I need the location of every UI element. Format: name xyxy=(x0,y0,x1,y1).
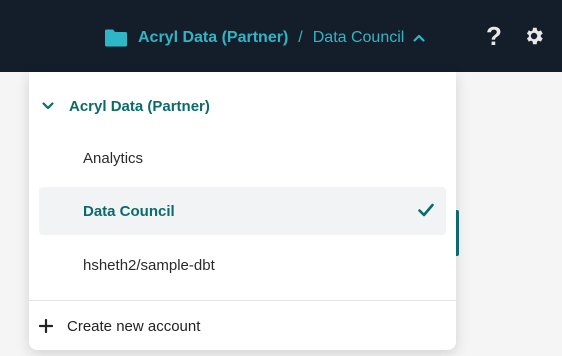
top-header: Acryl Data (Partner) / Data Council ? xyxy=(0,0,562,72)
menu-item-sample-dbt[interactable]: hsheth2/sample-dbt xyxy=(39,241,446,289)
breadcrumb-current[interactable]: Data Council xyxy=(313,29,405,47)
menu-item-analytics[interactable]: Analytics xyxy=(39,134,446,182)
breadcrumb-account[interactable]: Acryl Data (Partner) xyxy=(138,29,288,47)
create-account-button[interactable]: Create new account xyxy=(38,312,339,340)
breadcrumb[interactable]: Acryl Data (Partner) / Data Council xyxy=(104,26,426,50)
chevron-down-icon xyxy=(41,99,55,113)
breadcrumb-separator: / xyxy=(298,29,303,46)
menu-divider xyxy=(29,300,456,301)
menu-item-label: Analytics xyxy=(83,149,144,167)
account-group-label: Acryl Data (Partner) xyxy=(69,97,210,115)
menu-item-label: Data Council xyxy=(83,202,175,220)
create-account-label: Create new account xyxy=(67,317,201,335)
background-card-edge xyxy=(456,210,459,256)
plus-icon xyxy=(38,318,54,334)
page: Acryl Data (Partner) / Data Council ? Ac… xyxy=(0,0,562,356)
menu-item-data-council[interactable]: Data Council xyxy=(39,187,446,235)
menu-item-label: hsheth2/sample-dbt xyxy=(83,256,215,274)
folder-icon xyxy=(104,29,128,47)
chevron-up-icon[interactable] xyxy=(412,31,426,45)
check-icon xyxy=(418,203,434,217)
account-group-header[interactable]: Acryl Data (Partner) xyxy=(29,92,456,120)
account-dropdown-menu: Acryl Data (Partner) Analytics Data Coun… xyxy=(29,72,456,350)
help-icon[interactable]: ? xyxy=(482,23,506,49)
gear-icon[interactable] xyxy=(522,24,546,48)
